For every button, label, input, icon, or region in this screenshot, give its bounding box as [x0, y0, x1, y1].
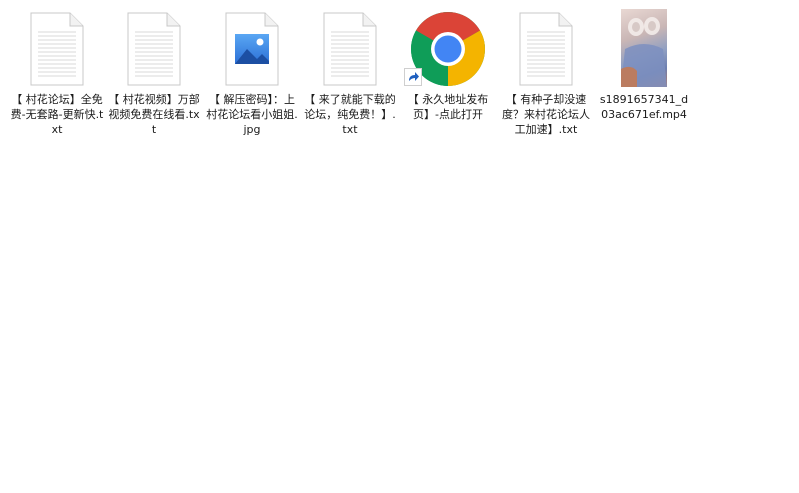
text-document-icon: [127, 12, 181, 86]
text-document-icon: [323, 12, 377, 86]
text-document-icon: [519, 12, 573, 86]
file-name: 【 有种子却没速度？来村花论坛人工加速】.txt: [502, 93, 590, 136]
file-item[interactable]: s1891657341_d03ac671ef.mp4: [596, 6, 692, 122]
icon-container: [9, 6, 105, 90]
shortcut-arrow-icon: [404, 68, 422, 86]
file-name: s1891657341_d03ac671ef.mp4: [599, 93, 689, 121]
file-item[interactable]: 【 来了就能下载的论坛，纯免费！】.txt: [302, 6, 398, 137]
icon-container: [596, 6, 692, 90]
icon-container: [204, 6, 300, 90]
video-thumbnail-icon: [621, 9, 667, 87]
file-item[interactable]: 【 有种子却没速度？来村花论坛人工加速】.txt: [498, 6, 594, 137]
image-file-icon: [225, 12, 279, 86]
desktop: 【 村花论坛】全免费-无套路-更新快.txt 【 村花视频】万部视频免费在线看.…: [0, 0, 799, 493]
file-item[interactable]: 【 村花论坛】全免费-无套路-更新快.txt: [9, 6, 105, 137]
file-name: 【 村花视频】万部视频免费在线看.txt: [108, 93, 200, 136]
icon-container: [498, 6, 594, 90]
file-item[interactable]: 【 解压密码】：上村花论坛看小姐姐.jpg: [204, 6, 300, 137]
text-document-icon: [30, 12, 84, 86]
file-item[interactable]: 【 村花视频】万部视频免费在线看.txt: [106, 6, 202, 137]
icon-container: [302, 6, 398, 90]
file-name: 【 村花论坛】全免费-无套路-更新快.txt: [10, 93, 104, 136]
file-item[interactable]: 【 永久地址发布页】-点此打开: [400, 6, 496, 122]
file-name: 【 永久地址发布页】-点此打开: [407, 93, 489, 121]
icon-container: [106, 6, 202, 90]
file-name: 【 来了就能下载的论坛，纯免费！】.txt: [304, 93, 396, 136]
file-name: 【 解压密码】：上村花论坛看小姐姐.jpg: [206, 93, 298, 136]
icon-container: [400, 6, 496, 90]
